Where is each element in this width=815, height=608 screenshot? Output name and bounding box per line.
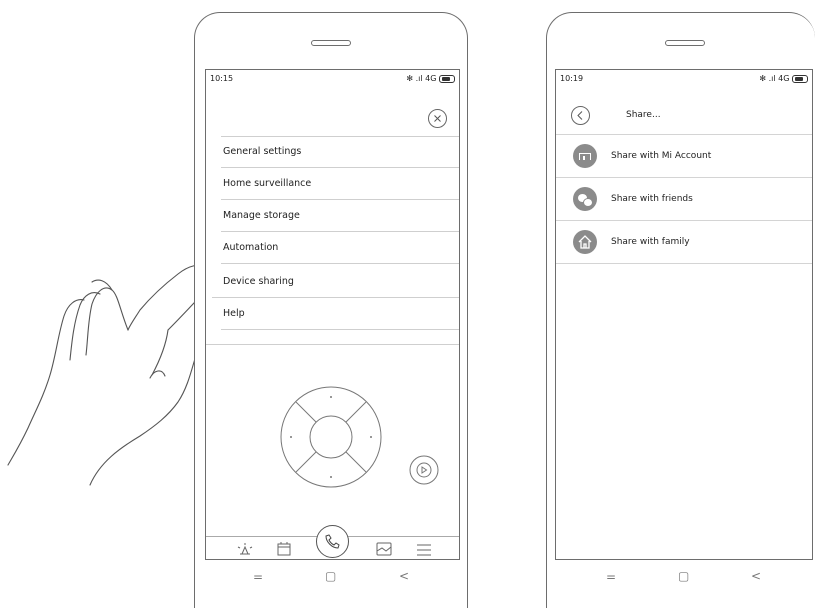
share-with-family-row[interactable]: Share with family [556, 221, 812, 264]
menu-item-label: Manage storage [223, 210, 300, 221]
pad-right-dot [370, 436, 372, 438]
right-screen: 10:19 ✻ .ıl 4G Share... Share with Mi Ac… [555, 69, 813, 560]
left-screen: 10:15 ✻ .ıl 4G General settings Home sur… [205, 69, 460, 560]
status-indicators: ✻ .ıl 4G [406, 70, 455, 88]
menu-item-general-settings[interactable]: General settings [221, 136, 459, 168]
menu-item-help[interactable]: Help [221, 298, 459, 330]
status-icons: ✻ .ıl 4G [759, 74, 790, 83]
mi-icon [573, 144, 597, 168]
status-time: 10:15 [210, 74, 234, 83]
nav-home-key[interactable]: ▢ [678, 569, 689, 583]
share-item-label: Share with family [611, 237, 690, 247]
menu-item-label: Home surveillance [223, 178, 312, 189]
pad-up-dot [330, 396, 332, 398]
status-bar: 10:15 ✻ .ıl 4G [206, 70, 459, 88]
share-with-friends-row[interactable]: Share with friends [556, 178, 812, 221]
call-icon [325, 534, 340, 549]
status-icons: ✻ .ıl 4G [406, 74, 437, 83]
menu-item-label: Device sharing [223, 276, 294, 287]
back-icon [577, 111, 583, 120]
menu-item-label: Help [223, 308, 245, 319]
status-indicators: ✻ .ıl 4G [759, 70, 808, 88]
battery-icon [792, 74, 808, 83]
battery-icon [439, 74, 455, 83]
nav-menu-key[interactable]: = [606, 570, 616, 584]
page-title: Share... [626, 110, 661, 120]
share-item-label: Share with Mi Account [611, 151, 712, 161]
album-icon[interactable] [376, 541, 392, 557]
close-icon [434, 115, 441, 122]
camera-roll-icon[interactable] [276, 541, 292, 557]
pad-down-dot [330, 476, 332, 478]
call-button[interactable] [316, 525, 349, 558]
menu-item-manage-storage[interactable]: Manage storage [221, 200, 459, 232]
share-with-mi-account-row[interactable]: Share with Mi Account [556, 135, 812, 178]
menu-item-home-surveillance[interactable]: Home surveillance [221, 168, 459, 200]
left-phone: 10:15 ✻ .ıl 4G General settings Home sur… [194, 12, 468, 608]
share-item-label: Share with friends [611, 194, 693, 204]
wechat-icon [573, 187, 597, 211]
nav-home-key[interactable]: ▢ [325, 569, 336, 583]
status-time: 10:19 [560, 74, 584, 83]
home-icon [573, 230, 597, 254]
menu-item-label: Automation [223, 242, 279, 253]
menu-item-label: General settings [223, 146, 302, 157]
menu-item-automation[interactable]: Automation [221, 232, 459, 264]
nav-back-key[interactable]: < [399, 569, 409, 583]
menu-bottom-divider [206, 344, 459, 345]
close-button[interactable] [428, 109, 447, 128]
nav-menu-key[interactable]: = [253, 570, 263, 584]
menu-icon[interactable] [417, 544, 431, 556]
menu-item-device-sharing[interactable]: Device sharing [212, 266, 459, 298]
right-phone: 10:19 ✻ .ıl 4G Share... Share with Mi Ac… [546, 12, 815, 608]
back-button[interactable] [571, 106, 590, 125]
phone-speaker [665, 40, 705, 46]
direction-pad[interactable] [279, 385, 383, 489]
phone-speaker [311, 40, 351, 46]
rotate-button[interactable] [409, 455, 439, 485]
nav-back-key[interactable]: < [751, 569, 761, 583]
alarm-icon[interactable] [237, 542, 253, 556]
pad-left-dot [290, 436, 292, 438]
status-bar: 10:19 ✻ .ıl 4G [556, 70, 812, 88]
